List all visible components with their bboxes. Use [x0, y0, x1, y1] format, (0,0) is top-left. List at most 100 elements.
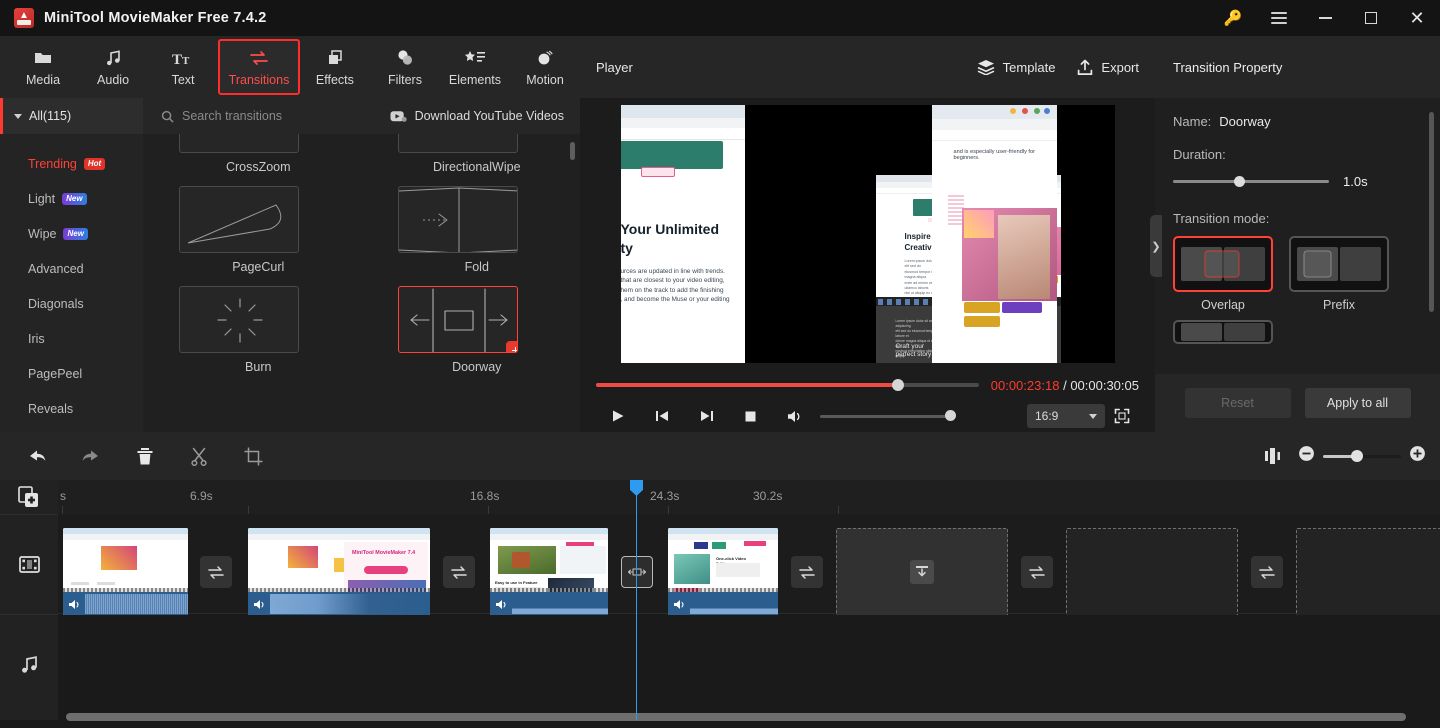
- mode-prefix-preview[interactable]: [1289, 236, 1389, 292]
- add-media-button[interactable]: [0, 480, 58, 514]
- mute-icon[interactable]: [490, 599, 512, 610]
- transition-item-fold[interactable]: Fold: [397, 186, 557, 274]
- mode-overlap-preview[interactable]: [1173, 236, 1273, 292]
- timeline-empty-slot[interactable]: [836, 528, 1008, 616]
- transition-thumbnail[interactable]: [397, 134, 518, 153]
- add-transition-button[interactable]: +: [505, 341, 517, 352]
- timeline-empty-slot[interactable]: [1066, 528, 1238, 616]
- timeline-transition-button[interactable]: [1021, 556, 1053, 588]
- timeline-transition-button[interactable]: [443, 556, 475, 588]
- maximize-icon[interactable]: [1348, 0, 1394, 36]
- mute-icon[interactable]: [248, 599, 270, 610]
- close-icon[interactable]: ✕: [1394, 0, 1440, 36]
- category-trending[interactable]: Trending Hot: [0, 146, 143, 181]
- timeline-clip[interactable]: Easy to use in Feature: [490, 528, 608, 616]
- category-wipe[interactable]: Wipe New: [0, 216, 143, 251]
- delete-icon[interactable]: [118, 434, 172, 478]
- volume-icon[interactable]: [772, 401, 816, 431]
- zoom-handle[interactable]: [1351, 450, 1364, 462]
- timeline-ruler[interactable]: s 6.9s 16.8s 24.3s 30.2s: [58, 480, 1440, 514]
- category-pagepeel[interactable]: PagePeel: [0, 356, 143, 391]
- timeline-transition-button[interactable]: [791, 556, 823, 588]
- category-iris[interactable]: Iris: [0, 321, 143, 356]
- mute-icon[interactable]: [668, 599, 690, 610]
- fullscreen-icon[interactable]: [1105, 401, 1139, 431]
- export-button[interactable]: Export: [1077, 59, 1139, 76]
- template-button[interactable]: Template: [977, 59, 1055, 75]
- apply-to-all-button[interactable]: Apply to all: [1304, 388, 1411, 418]
- reset-button[interactable]: Reset: [1184, 388, 1291, 418]
- clip-audio-band[interactable]: [668, 592, 778, 616]
- transition-thumbnail[interactable]: [179, 186, 299, 253]
- search-transitions-input[interactable]: Search transitions: [143, 109, 390, 123]
- key-icon[interactable]: 🔑: [1210, 0, 1256, 36]
- audio-track-icon[interactable]: [0, 614, 58, 714]
- seek-bar[interactable]: [596, 379, 979, 391]
- aspect-ratio-select[interactable]: 16:9: [1027, 404, 1105, 428]
- stop-icon[interactable]: [728, 401, 772, 431]
- category-reveals[interactable]: Reveals: [0, 391, 143, 426]
- undo-icon[interactable]: [10, 434, 64, 478]
- timeline-transition-button-selected[interactable]: [621, 556, 653, 588]
- volume-handle[interactable]: [945, 410, 956, 421]
- timeline-zoom-slider[interactable]: [1323, 450, 1401, 462]
- tab-motion[interactable]: Motion: [510, 39, 580, 95]
- mode-extra[interactable]: [1173, 320, 1273, 344]
- menu-icon[interactable]: [1256, 0, 1302, 36]
- timeline-transition-button[interactable]: [1251, 556, 1283, 588]
- transition-thumbnail[interactable]: [397, 186, 518, 253]
- split-scissors-icon[interactable]: [172, 434, 226, 478]
- seek-handle[interactable]: [892, 379, 905, 391]
- transition-item-pagecurl[interactable]: PageCurl: [179, 186, 338, 274]
- volume-slider[interactable]: [820, 410, 956, 421]
- zoom-out-icon[interactable]: [1298, 445, 1315, 467]
- tab-media[interactable]: Media: [8, 39, 78, 95]
- next-frame-icon[interactable]: [684, 401, 728, 431]
- tab-text[interactable]: TT Text: [148, 39, 218, 95]
- duration-handle[interactable]: [1233, 175, 1245, 187]
- playhead[interactable]: [630, 480, 643, 720]
- tab-effects[interactable]: Effects: [300, 39, 370, 95]
- mode-extra-preview[interactable]: [1173, 320, 1273, 344]
- mode-prefix[interactable]: Prefix: [1289, 236, 1389, 312]
- timeline-clip[interactable]: One-click Video Editing: [668, 528, 778, 616]
- transition-item-doorway[interactable]: + Doorway: [397, 286, 557, 374]
- category-light[interactable]: Light New: [0, 181, 143, 216]
- category-diagonals[interactable]: Diagonals: [0, 286, 143, 321]
- transition-item-burn[interactable]: Burn: [179, 286, 338, 374]
- clip-audio-band[interactable]: [63, 592, 188, 616]
- video-track-icon[interactable]: [0, 514, 58, 614]
- tab-elements[interactable]: Elements: [440, 39, 510, 95]
- play-icon[interactable]: [596, 401, 640, 431]
- zoom-in-icon[interactable]: [1409, 445, 1426, 467]
- library-scrollbar[interactable]: [570, 142, 575, 160]
- transition-thumbnail-selected[interactable]: +: [397, 286, 518, 353]
- mode-overlap[interactable]: Overlap: [1173, 236, 1273, 312]
- transition-thumbnail[interactable]: [179, 286, 299, 353]
- panel-collapse-handle[interactable]: ❯: [1150, 215, 1162, 277]
- tab-audio[interactable]: Audio: [78, 39, 148, 95]
- tab-filters[interactable]: Filters: [370, 39, 440, 95]
- transition-item-crosszoom[interactable]: CrossZoom: [179, 134, 338, 174]
- redo-icon[interactable]: [64, 434, 118, 478]
- timeline-clip[interactable]: [63, 528, 188, 616]
- duration-slider[interactable]: [1173, 175, 1329, 187]
- timeline-transition-button[interactable]: [200, 556, 232, 588]
- video-preview-canvas[interactable]: Your Unlimited ty urces are updated in li…: [620, 105, 1115, 363]
- video-track[interactable]: MiniTool MovieMaker 7.4 Easy to use in F…: [58, 514, 1440, 616]
- crop-icon[interactable]: [226, 434, 280, 478]
- property-scrollbar[interactable]: [1429, 112, 1434, 312]
- tab-transitions[interactable]: Transitions: [218, 39, 300, 95]
- timeline-horizontal-scrollbar[interactable]: [66, 713, 1406, 721]
- timeline-empty-slot[interactable]: [1296, 528, 1440, 616]
- mute-icon[interactable]: [63, 599, 85, 610]
- clip-audio-band[interactable]: [490, 592, 608, 616]
- timeline-clip[interactable]: MiniTool MovieMaker 7.4: [248, 528, 430, 616]
- category-all-dropdown[interactable]: All(115): [0, 98, 143, 134]
- previous-frame-icon[interactable]: [640, 401, 684, 431]
- clip-audio-band[interactable]: [248, 592, 430, 616]
- download-youtube-videos-button[interactable]: Download YouTube Videos: [390, 109, 564, 123]
- transitions-grid-scroll[interactable]: CrossZoom DirectionalWipe PageCurl Fold …: [143, 134, 580, 432]
- import-icon[interactable]: [910, 560, 934, 584]
- minimize-icon[interactable]: [1302, 0, 1348, 36]
